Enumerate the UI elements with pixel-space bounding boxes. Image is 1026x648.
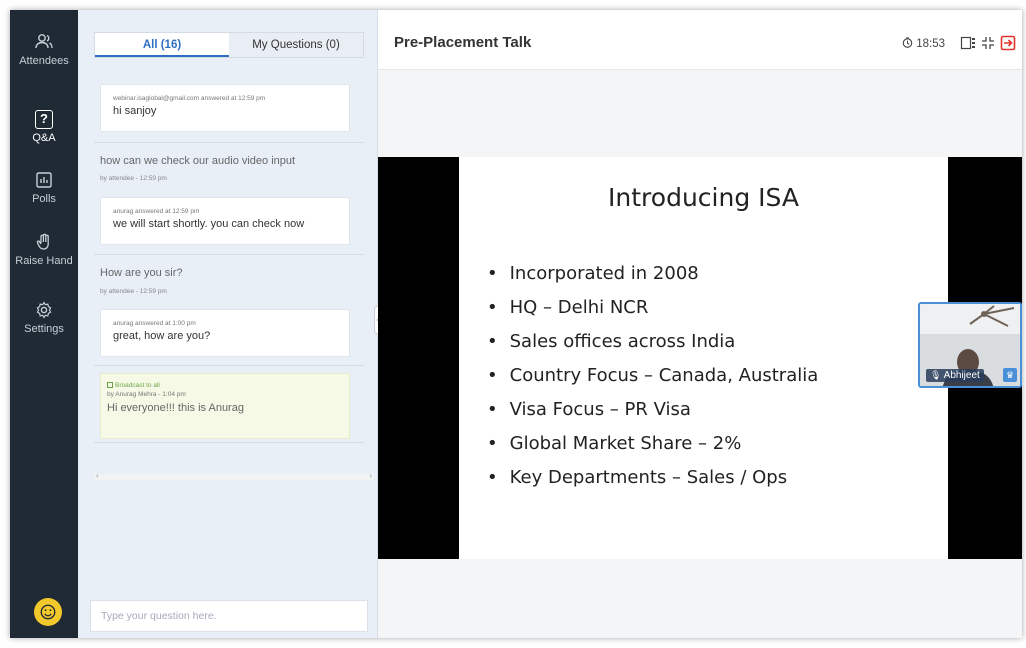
divider [94,442,364,443]
question-text: How are you sir? [100,267,183,279]
question-text: how can we check our audio video input [100,155,296,167]
gear-icon [36,301,52,319]
page-title: Pre-Placement Talk [394,34,532,51]
emoji-button[interactable] [34,598,62,626]
slide-bullet: Global Market Share – 2% [487,429,818,463]
divider [94,142,364,143]
timer-value: 18:53 [916,38,945,50]
broadcast-label-text: Broadcast to all [115,382,160,389]
broadcast-label: Broadcast to all [107,382,343,389]
host-badge-icon: ♛ [1003,368,1017,382]
header: Pre-Placement Talk 18:53 [378,10,1022,70]
emoji-icon [40,604,56,620]
rail-polls[interactable]: Polls [10,170,78,205]
layout-icon[interactable] [960,35,976,51]
question-meta: by attendee - 12:59 pm [100,175,167,182]
slide-bullets: Incorporated in 2008 HQ – Delhi NCR Sale… [487,259,819,497]
timer: 18:53 [902,37,945,50]
left-rail: Attendees ? Q&A Polls Raise Hand Setting… [10,10,78,638]
rail-attendees[interactable]: Attendees [10,32,78,67]
question-input[interactable]: Type your question here. [90,600,368,632]
rail-label: Q&A [32,132,56,144]
question-icon: ? [35,110,53,129]
rail-settings[interactable]: Settings [10,300,78,335]
rail-qa[interactable]: ? Q&A [10,110,78,144]
answer-meta: anurag answered at 1:00 pm [113,320,196,327]
mic-icon: 🎙 [930,370,942,380]
rail-label: Settings [24,323,64,335]
broadcast-icon [107,382,113,389]
divider [94,254,364,255]
answer-meta: webinar.isaglobal@gmail.com answered at … [113,95,266,102]
broadcast-meta: by Anurag Mehra - 1:04 pm [107,391,186,398]
horizontal-scrollbar[interactable]: ‹ › [94,471,374,480]
slide-bullet: Sales offices across India [487,327,818,361]
scroll-left-icon[interactable]: ‹ [96,471,99,480]
leave-session-icon[interactable] [1000,35,1016,51]
slide-bullet: Incorporated in 2008 [487,259,818,293]
answer-card: webinar.isaglobal@gmail.com answered at … [100,84,350,132]
answer-card: anurag answered at 12:59 pm we will star… [100,197,350,245]
slide: Introducing ISA Incorporated in 2008 HQ … [459,157,948,559]
rail-raise-hand[interactable]: Raise Hand [10,232,78,267]
presentation-stage: Introducing ISA Incorporated in 2008 HQ … [378,70,1022,638]
slide-bullet: Country Focus – Canada, Australia [487,361,819,395]
webcam-tile[interactable]: 🎙 Abhijeet ♛ [918,302,1022,388]
scroll-right-icon[interactable]: › [369,471,372,480]
tab-all[interactable]: All (16) [95,33,229,57]
question-meta: by attendee - 12:59 pm [100,288,167,295]
exit-fullscreen-icon[interactable] [980,35,996,51]
people-icon [35,34,53,49]
answer-card: anurag answered at 1:00 pm great, how ar… [100,309,350,357]
answer-text: we will start shortly. you can check now [113,218,305,230]
broadcast-card: Broadcast to all by Anurag Mehra - 1:04 … [100,373,350,439]
answer-text: hi sanjoy [113,105,157,117]
broadcast-text: Hi everyone!!! this is Anurag [107,402,244,414]
webcam-name-label: 🎙 Abhijeet [926,369,984,382]
slide-title: Introducing ISA [608,183,799,212]
tab-my-questions[interactable]: My Questions (0) [229,33,363,57]
slide-bullet: HQ – Delhi NCR [487,293,818,327]
participant-name: Abhijeet [943,370,980,381]
webinar-window: Attendees ? Q&A Polls Raise Hand Setting… [10,10,1022,638]
answer-meta: anurag answered at 12:59 pm [113,208,200,215]
slide-bullet: Visa Focus – PR Visa [487,395,818,429]
rail-label: Raise Hand [15,255,73,267]
hand-icon [36,233,49,250]
rail-label: Polls [32,193,56,205]
qa-tabs: All (16) My Questions (0) [94,32,364,58]
timer-icon [902,37,913,48]
divider [94,365,364,366]
slide-bullet: Key Departments – Sales / Ops [487,463,818,497]
rail-label: Attendees [19,55,69,67]
chart-icon [36,172,52,188]
shared-screen: Introducing ISA Incorporated in 2008 HQ … [378,157,1022,559]
answer-text: great, how are you? [113,330,211,342]
qa-panel: All (16) My Questions (0) webinar.isaglo… [78,10,378,638]
